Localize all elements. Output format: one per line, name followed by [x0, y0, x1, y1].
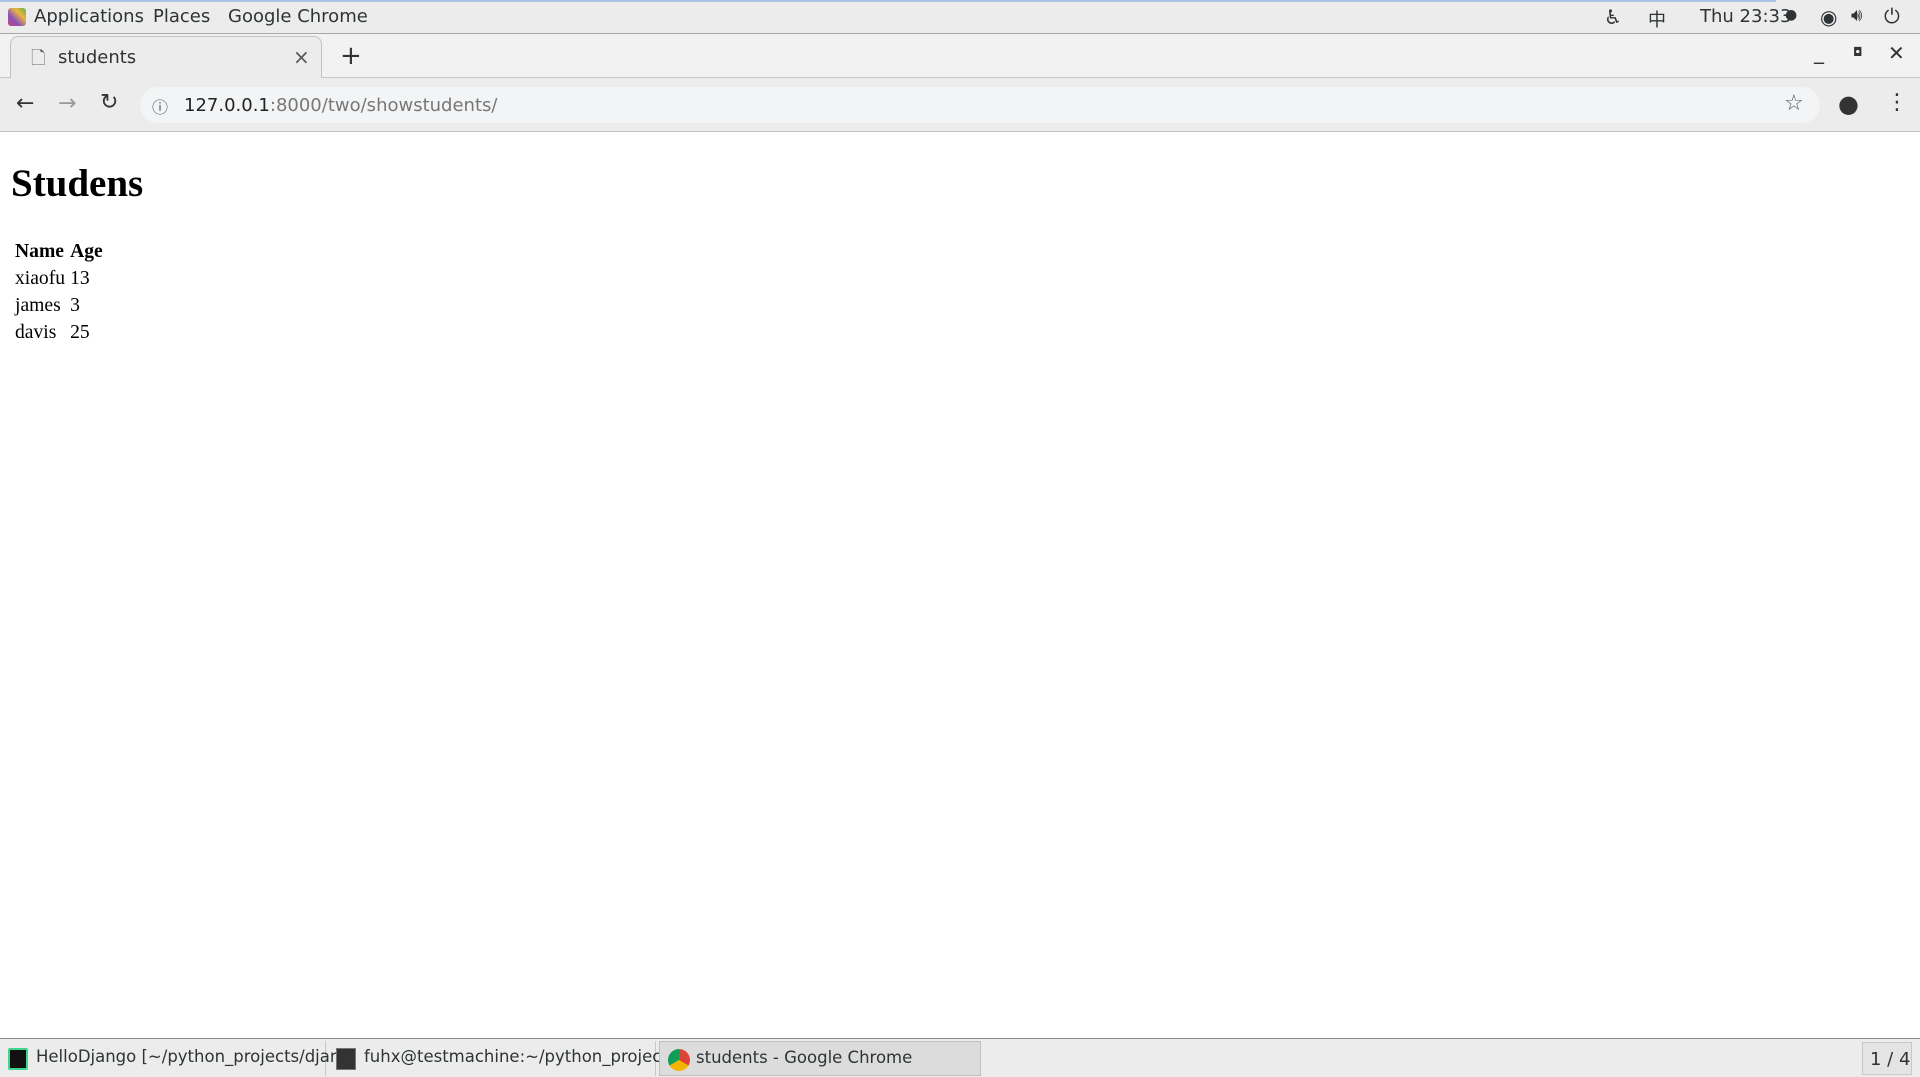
- info-icon[interactable]: ⓘ: [152, 94, 168, 118]
- clock[interactable]: Thu 23:33: [1700, 6, 1791, 27]
- url-text: 127.0.0.1:8000/two/showstudents/: [184, 95, 497, 116]
- age-cell: 3: [70, 295, 80, 316]
- taskbar-item-label: students - Google Chrome: [696, 1048, 913, 1067]
- address-bar[interactable]: ⓘ 127.0.0.1:8000/two/showstudents/ ☆: [140, 87, 1820, 123]
- menu-kebab-icon[interactable]: ⋮: [1886, 92, 1908, 114]
- tab-title: students: [58, 47, 137, 68]
- table-row: xiaofu 13: [14, 266, 104, 291]
- maximize-button[interactable]: ◘: [1853, 46, 1863, 58]
- reload-button[interactable]: ↻: [100, 92, 118, 114]
- tab-students[interactable]: 🗋 students ×: [10, 36, 322, 79]
- applications-logo-icon: [8, 8, 26, 26]
- name-cell: davis: [15, 322, 57, 343]
- progress-line: [0, 0, 1776, 2]
- name-cell: james: [15, 295, 61, 316]
- forward-button[interactable]: →: [58, 93, 76, 115]
- close-window-button[interactable]: ✕: [1888, 43, 1905, 63]
- applications-menu[interactable]: Applications: [34, 6, 144, 27]
- bookmark-star-icon[interactable]: ☆: [1784, 91, 1804, 116]
- page-content: Studens Name Age xiaofu 13 james 3 davis 25: [0, 133, 1920, 1038]
- workspace-switcher[interactable]: 1 / 4: [1862, 1042, 1912, 1075]
- chrome-icon: [668, 1049, 690, 1071]
- taskbar-item-label: fuhx@testmachine:~/python_project...: [364, 1047, 684, 1066]
- age-cell: 25: [70, 322, 90, 343]
- table-row: davis 25: [14, 320, 104, 345]
- power-icon[interactable]: ⏻: [1884, 4, 1900, 28]
- table-row: james 3: [14, 293, 104, 318]
- close-tab-icon[interactable]: ×: [293, 45, 310, 69]
- accessibility-icon[interactable]: ♿: [1604, 5, 1622, 29]
- profile-icon[interactable]: ●: [1838, 92, 1859, 116]
- taskbar-item-pycharm[interactable]: HelloDjango [~/python_projects/djan...: [0, 1041, 356, 1076]
- input-method-indicator[interactable]: 中: [1648, 6, 1666, 32]
- column-header: Age: [70, 241, 103, 262]
- taskbar-item-label: HelloDjango [~/python_projects/djan...: [36, 1047, 357, 1066]
- name-cell: xiaofu: [15, 268, 66, 289]
- places-menu[interactable]: Places: [153, 6, 210, 27]
- terminal-icon: [336, 1048, 356, 1070]
- minimize-button[interactable]: _: [1814, 42, 1824, 62]
- taskbar-item-terminal[interactable]: fuhx@testmachine:~/python_project...: [328, 1041, 684, 1076]
- network-icon[interactable]: ◉: [1820, 5, 1837, 29]
- app-menu[interactable]: Google Chrome: [228, 6, 368, 27]
- taskbar: HelloDjango [~/python_projects/djan... f…: [0, 1038, 1920, 1077]
- back-button[interactable]: ←: [16, 93, 34, 115]
- volume-icon[interactable]: 🔊︎: [1851, 5, 1862, 26]
- pycharm-icon: [8, 1048, 28, 1070]
- url-path: :8000/two/showstudents/: [269, 95, 498, 116]
- taskbar-item-chrome[interactable]: students - Google Chrome: [659, 1041, 981, 1076]
- system-top-bar: Applications Places Google Chrome ♿ 中 Th…: [0, 0, 1920, 34]
- students-table: Name Age xiaofu 13 james 3 davis 25: [11, 237, 107, 347]
- notification-dot-icon: ●: [1785, 7, 1798, 23]
- url-host: 127.0.0.1: [184, 95, 270, 116]
- column-header: Name: [15, 241, 64, 262]
- new-tab-button[interactable]: +: [340, 43, 362, 69]
- age-cell: 13: [70, 268, 90, 289]
- table-header-row: Name Age: [14, 239, 104, 264]
- page-title: Studens: [11, 162, 144, 205]
- browser-toolbar: ← → ↻ ⓘ 127.0.0.1:8000/two/showstudents/…: [0, 78, 1920, 132]
- page-icon: 🗋: [31, 48, 46, 69]
- tab-strip: 🗋 students × + _ ◘ ✕: [0, 34, 1920, 79]
